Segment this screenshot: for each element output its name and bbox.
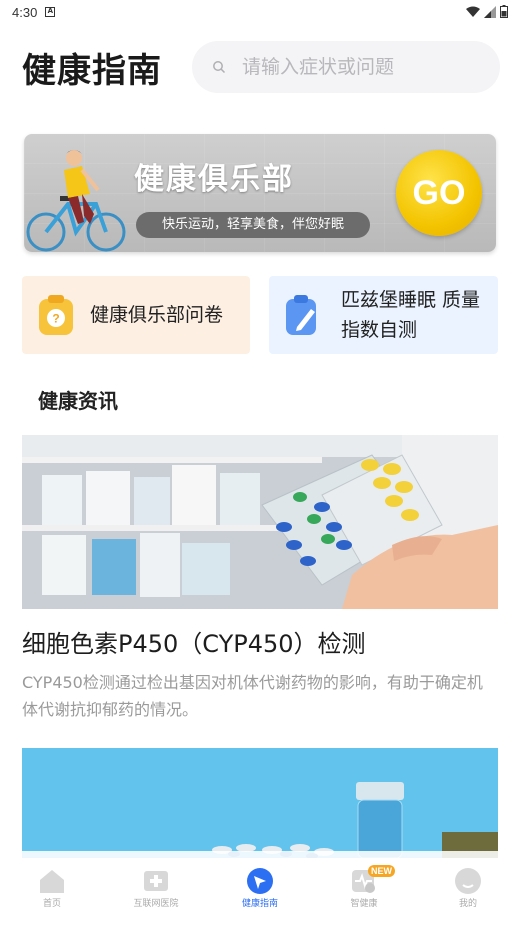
nav-item-home[interactable]: 首页 — [0, 851, 104, 926]
page-title: 健康指南 — [22, 50, 162, 91]
go-button[interactable]: GO — [396, 150, 482, 236]
health-club-banner[interactable]: 健康俱乐部 快乐运动，轻享美食，伴您好眠 GO — [24, 134, 496, 252]
banner-subtitle: 快乐运动，轻享美食，伴您好眠 — [136, 212, 370, 238]
nav-item-internet-hospital[interactable]: 互联网医院 — [104, 851, 208, 926]
compass-icon — [247, 868, 273, 894]
card-label-line1: 匹兹堡睡眠 质量 — [341, 289, 481, 311]
clipboard-pen-icon — [286, 295, 316, 335]
search-icon — [213, 61, 226, 74]
signal-icon — [484, 5, 496, 18]
nav-label: 互联网医院 — [133, 899, 179, 909]
clipboard-question-icon: ? — [39, 295, 73, 335]
profile-icon — [455, 868, 481, 894]
medical-cross-icon — [144, 871, 168, 891]
bottom-nav: 首页 互联网医院 健康指南 NEW 智健康 我的 — [0, 851, 520, 926]
card-label: 匹兹堡睡眠 质量 指数自测 — [341, 285, 480, 345]
wifi-icon — [466, 6, 480, 17]
status-time: 4:30 — [12, 4, 38, 20]
section-title-health-news: 健康资讯 — [38, 389, 118, 413]
medicine-photo — [22, 435, 498, 609]
article-image[interactable] — [22, 748, 498, 858]
svg-text:?: ? — [52, 312, 59, 326]
nav-label: 智健康 — [350, 899, 378, 909]
banner-title: 健康俱乐部 — [134, 162, 294, 197]
card-label-line2: 指数自测 — [341, 319, 418, 341]
notification-icon: A — [45, 7, 56, 17]
nav-item-smart-health[interactable]: NEW 智健康 — [312, 851, 416, 926]
new-badge: NEW — [368, 865, 395, 877]
nav-label: 我的 — [458, 899, 477, 909]
card-label: 健康俱乐部问卷 — [90, 304, 224, 326]
nav-item-mine[interactable]: 我的 — [416, 851, 520, 926]
battery-icon — [500, 5, 508, 18]
psqi-self-test-card[interactable]: 匹兹堡睡眠 质量 指数自测 — [269, 276, 498, 354]
health-club-questionnaire-card[interactable]: ? 健康俱乐部问卷 — [22, 276, 250, 354]
header: 健康指南 — [22, 40, 500, 94]
nav-item-health-guide[interactable]: 健康指南 — [208, 851, 312, 926]
nav-label: 健康指南 — [241, 899, 278, 909]
medicine-bottle-photo — [22, 748, 498, 858]
article-title[interactable]: 细胞色素P450（CYP450）检测 — [22, 624, 366, 659]
article-image[interactable] — [22, 435, 498, 609]
home-icon — [40, 870, 64, 893]
article-summary: CYP450检测通过检出基因对机体代谢药物的影响，有助于确定机体代谢抗抑郁药的情… — [22, 673, 483, 719]
search-input[interactable] — [242, 56, 472, 78]
search-box[interactable] — [192, 41, 500, 93]
cyclist-illustration — [26, 150, 126, 252]
status-bar: 4:30 A — [0, 0, 520, 24]
nav-label: 首页 — [42, 899, 61, 909]
status-icons — [466, 5, 508, 18]
